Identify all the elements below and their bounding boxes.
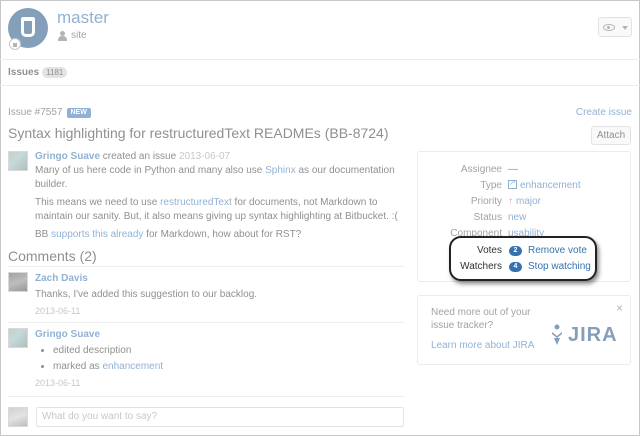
lock-icon bbox=[9, 38, 21, 50]
status-badge: NEW bbox=[66, 108, 91, 118]
timestamp: 2013-06-07 bbox=[178, 151, 231, 162]
tab-bar: Issues 1181 bbox=[0, 60, 640, 86]
description-paragraph: This means we need to use restructuredTe… bbox=[35, 197, 398, 222]
avatar[interactable] bbox=[8, 151, 28, 171]
assignee-value: — bbox=[508, 164, 518, 175]
comment: Gringo Suave edited description marked a… bbox=[35, 327, 405, 391]
list-item: marked as enhancement bbox=[53, 359, 405, 375]
assignee-label: Assignee bbox=[460, 164, 502, 175]
status-label: Status bbox=[473, 212, 502, 223]
author-link[interactable]: Gringo Suave bbox=[35, 151, 100, 162]
comment: Zach Davis Thanks, I've added this sugge… bbox=[35, 271, 405, 319]
status-row: Status new bbox=[418, 210, 632, 226]
divider bbox=[8, 322, 405, 323]
repo-name-link[interactable]: master bbox=[57, 8, 109, 28]
status-value[interactable]: new bbox=[508, 212, 526, 223]
repo-header: master site bbox=[0, 0, 640, 60]
jira-logo: JIRA bbox=[548, 322, 628, 352]
watchers-label: Watchers bbox=[460, 261, 502, 272]
timestamp: 2013-06-11 bbox=[35, 306, 81, 316]
type-value[interactable]: enhancement bbox=[508, 178, 581, 191]
issue-number: Issue #7557 bbox=[8, 107, 63, 118]
enhancement-icon bbox=[508, 178, 517, 189]
divider bbox=[8, 266, 405, 267]
change-list: edited description marked as enhancement bbox=[53, 343, 405, 375]
type-row: Type enhancement bbox=[418, 178, 632, 194]
timestamp: 2013-06-11 bbox=[35, 378, 81, 388]
supports-link[interactable]: supports this already bbox=[51, 229, 143, 240]
bitbucket-icon bbox=[21, 17, 35, 37]
list-item: edited description bbox=[53, 343, 405, 359]
jira-mark-icon bbox=[552, 324, 562, 345]
watchers-count-badge: 4 bbox=[509, 262, 522, 272]
votes-row: Votes 2 Remove vote bbox=[451, 244, 599, 260]
issue-count-badge: 1181 bbox=[42, 67, 68, 78]
eye-icon bbox=[603, 24, 615, 31]
comments-heading: Comments (2) bbox=[8, 248, 97, 264]
votes-watchers-callout: Votes 2 Remove vote Watchers 4 Stop watc… bbox=[449, 236, 597, 281]
priority-row: Priority ↑ major bbox=[418, 194, 632, 210]
attach-button[interactable]: Attach bbox=[591, 126, 631, 145]
votes-label: Votes bbox=[476, 245, 502, 256]
issue-description: Gringo Suave created an issue 2013-06-07… bbox=[35, 150, 405, 246]
issue-id: Issue #7557 NEW bbox=[8, 107, 91, 118]
author-link[interactable]: Gringo Suave bbox=[35, 329, 100, 340]
chevron-down-icon bbox=[622, 26, 628, 30]
create-issue-link[interactable]: Create issue bbox=[576, 107, 632, 118]
remove-vote-link[interactable]: Remove vote bbox=[528, 245, 587, 256]
issue-title: Syntax highlighting for restructuredText… bbox=[8, 125, 389, 141]
comment-text: Thanks, I've added this suggestion to ou… bbox=[35, 289, 258, 300]
tab-issues[interactable]: Issues 1181 bbox=[8, 67, 68, 78]
action-text: created an issue bbox=[100, 151, 179, 162]
stop-watching-link[interactable]: Stop watching bbox=[528, 261, 591, 272]
comment-input[interactable]: What do you want to say? bbox=[36, 407, 404, 427]
priority-value[interactable]: ↑ major bbox=[508, 196, 541, 207]
votes-count-badge: 2 bbox=[509, 246, 522, 256]
enhancement-link[interactable]: enhancement bbox=[102, 361, 163, 372]
sphinx-link[interactable]: Sphinx bbox=[265, 165, 296, 176]
arrow-up-icon: ↑ bbox=[508, 196, 513, 207]
avatar[interactable] bbox=[8, 272, 28, 292]
description-meta: Gringo Suave created an issue 2013-06-07 bbox=[35, 150, 405, 164]
author-link[interactable]: Zach Davis bbox=[35, 273, 88, 284]
jira-learn-more-link[interactable]: Learn more about JIRA bbox=[431, 340, 534, 351]
type-label: Type bbox=[480, 180, 502, 191]
tab-issues-label: Issues bbox=[8, 67, 40, 78]
repo-owner: site bbox=[71, 30, 87, 41]
avatar bbox=[8, 407, 28, 427]
restructuredtext-link[interactable]: restructuredText bbox=[160, 197, 232, 208]
watch-repo-button[interactable] bbox=[598, 17, 632, 37]
close-icon[interactable]: × bbox=[616, 301, 623, 315]
user-icon bbox=[58, 31, 67, 41]
jira-promo: Need more out of your issue tracker? Lea… bbox=[417, 295, 631, 365]
watchers-row: Watchers 4 Stop watching bbox=[451, 260, 599, 276]
jira-logo-text: JIRA bbox=[568, 324, 618, 346]
divider bbox=[8, 396, 405, 397]
assignee-row: Assignee — bbox=[418, 162, 632, 178]
priority-label: Priority bbox=[470, 196, 502, 207]
description-paragraph: BB supports this already for Markdown, h… bbox=[35, 229, 302, 240]
avatar[interactable] bbox=[8, 328, 28, 348]
jira-promo-text: Need more out of your issue tracker? bbox=[431, 307, 531, 331]
description-paragraph: Many of us here code in Python and many … bbox=[35, 165, 395, 190]
